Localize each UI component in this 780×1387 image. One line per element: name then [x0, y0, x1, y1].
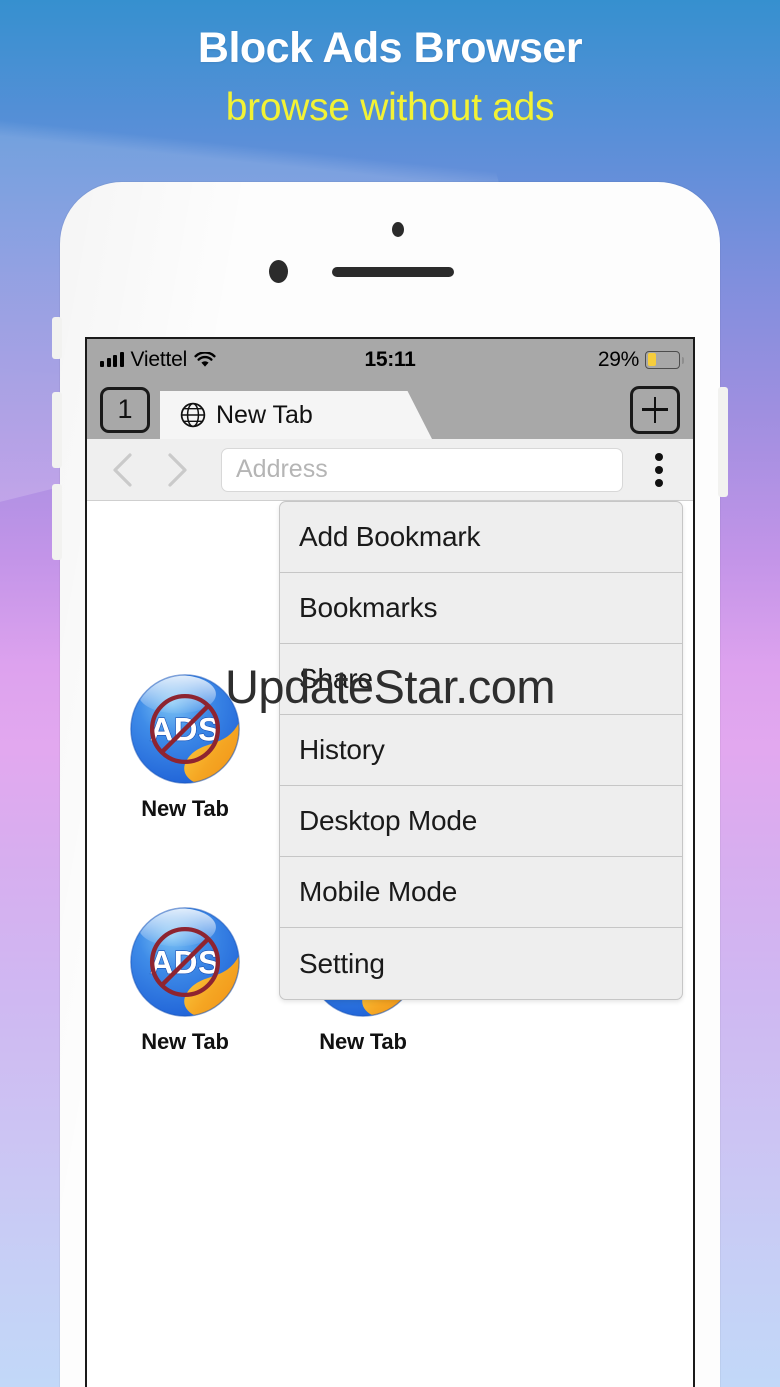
- block-ads-logo-icon: ADS: [127, 904, 243, 1020]
- volume-down-button[interactable]: [52, 484, 62, 560]
- browser-tab[interactable]: New Tab: [160, 391, 432, 439]
- block-ads-logo-icon: ADS: [127, 671, 243, 787]
- new-tab-button[interactable]: [630, 385, 680, 434]
- address-bar[interactable]: [221, 447, 623, 492]
- power-button[interactable]: [718, 387, 728, 497]
- status-bar-right: 29%: [597, 347, 684, 372]
- forward-button[interactable]: [155, 448, 199, 492]
- speed-dial-label: New Tab: [141, 1029, 229, 1054]
- promo-title: Block Ads Browser: [197, 24, 583, 72]
- page-content: ADS New Tab: [87, 501, 693, 1387]
- speed-dial-label: New Tab: [319, 1029, 407, 1054]
- battery-percent-label: 29%: [597, 347, 639, 371]
- navigation-bar: [87, 439, 693, 501]
- tab-count-button[interactable]: 1: [100, 386, 150, 433]
- app-root: Block Ads Browser browse without ads Vie…: [0, 0, 780, 1387]
- phone-screen: Viettel 15:11 29% 1 New Tab Address New …: [85, 337, 695, 1387]
- menu-item-desktop-mode[interactable]: Desktop Mode: [280, 786, 682, 857]
- menu-item-share[interactable]: Share: [280, 644, 682, 715]
- speed-dial-label: New Tab: [141, 796, 229, 821]
- battery-icon: [645, 350, 684, 369]
- overflow-menu-button[interactable]: [639, 447, 679, 493]
- status-bar: Viettel 15:11 29%: [87, 339, 693, 380]
- globe-icon: [180, 402, 206, 428]
- back-button[interactable]: [101, 448, 145, 492]
- menu-item-add-bookmark[interactable]: Add Bookmark: [280, 502, 682, 573]
- tabs-strip: New Tab: [160, 380, 630, 439]
- address-input[interactable]: [236, 455, 608, 484]
- three-dots-vertical-icon: [655, 452, 663, 461]
- front-camera-icon: [269, 260, 288, 283]
- earpiece-speaker-icon: [332, 267, 454, 277]
- speed-dial-item[interactable]: ADS New Tab: [127, 904, 243, 1055]
- speed-dial-item[interactable]: ADS New Tab: [127, 671, 243, 822]
- silent-switch-button[interactable]: [52, 317, 62, 359]
- menu-item-setting[interactable]: Setting: [280, 928, 682, 999]
- menu-item-bookmarks[interactable]: Bookmarks: [280, 573, 682, 644]
- phone-mockup: Viettel 15:11 29% 1 New Tab Address New …: [52, 182, 728, 1387]
- menu-item-mobile-mode[interactable]: Mobile Mode: [280, 857, 682, 928]
- proximity-sensor-icon: [392, 222, 404, 237]
- tab-bar: 1 New Tab: [87, 380, 693, 439]
- promo-subtitle: browse without ads: [225, 86, 555, 130]
- promo-header: Block Ads Browser browse without ads: [0, 0, 780, 134]
- overflow-menu: Add Bookmark Bookmarks Share History Des…: [279, 501, 683, 1000]
- volume-up-button[interactable]: [52, 392, 62, 468]
- menu-item-history[interactable]: History: [280, 715, 682, 786]
- browser-tab-title: New Tab: [216, 400, 313, 429]
